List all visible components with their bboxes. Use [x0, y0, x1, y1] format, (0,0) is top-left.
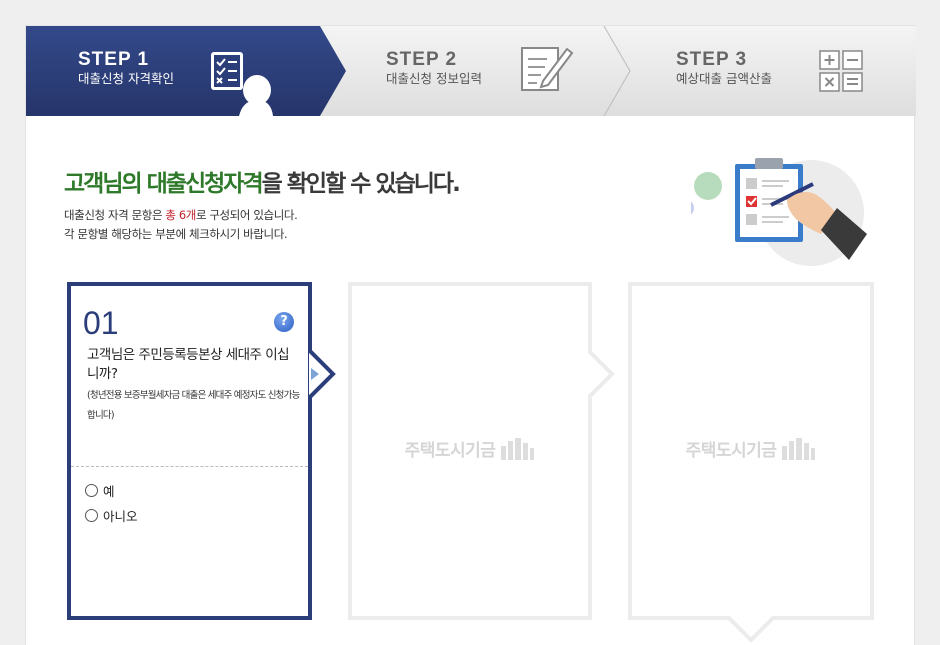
page-title-rest: 을 확인할 수 있습니다.	[261, 171, 461, 197]
building-logo-icon	[501, 438, 535, 460]
radio-yes[interactable]	[85, 484, 98, 497]
step-2: STEP 2 대출신청 정보입력	[386, 50, 482, 87]
main-panel: STEP 1 대출신청 자격확인 STEP 2 대출신청 정보입력 STEP 3…	[25, 25, 916, 645]
page-description: 대출신청 자격 문항은 총 6개로 구성되어 있습니다. 각 문항별 해당하는 …	[64, 206, 298, 244]
option-yes-label: 예	[103, 484, 115, 499]
watermark-text: 주택도시기금	[404, 441, 496, 461]
page-title-highlight: 고객님의 대출신청자격	[64, 171, 264, 197]
down-arrow-icon	[727, 616, 775, 643]
description-line-2: 각 문항별 해당하는 부분에 체크하시기 바랍니다.	[64, 227, 288, 241]
step-1-label: 대출신청 자격확인	[78, 71, 174, 86]
question-count-highlight: 총 6개	[165, 208, 196, 222]
step-3-title: STEP 3	[676, 49, 748, 70]
question-card-01: 01 ? 고객님은 주민등록등본상 세대주 이십니까? (청년전용 보증부월세자…	[67, 282, 336, 620]
placeholder-card-3: 주택도시기금	[628, 282, 874, 643]
option-no-label: 아니오	[103, 509, 138, 524]
building-logo-icon	[782, 438, 816, 460]
step-progress-bar: STEP 1 대출신청 자격확인 STEP 2 대출신청 정보입력 STEP 3…	[26, 26, 916, 116]
step-1-title: STEP 1	[78, 49, 150, 70]
question-note: (청년전용 보증부월세자금 대출은 세대주 예정자도 신청가능합니다)	[87, 390, 300, 421]
document-pencil-icon	[521, 47, 574, 91]
step-3-label: 예상대출 금액산출	[676, 71, 772, 86]
next-arrow-icon	[309, 350, 336, 398]
clipboard-illustration	[691, 158, 867, 266]
watermark-text: 주택도시기금	[685, 441, 777, 461]
calculator-icon	[819, 50, 863, 92]
option-no[interactable]: 아니오	[85, 506, 138, 525]
description-text: 대출신청 자격 문항은	[64, 208, 166, 222]
question-number: 01	[83, 305, 119, 341]
radio-no[interactable]	[85, 509, 98, 522]
step-3: STEP 3 예상대출 금액산출	[676, 50, 772, 87]
question-divider	[71, 466, 308, 467]
question-text: 고객님은 주민등록등본상 세대주 이십니까?	[87, 347, 290, 382]
description-line-1: 대출신청 자격 문항은 총 6개로 구성되어 있습니다.	[64, 206, 298, 225]
step-2-label: 대출신청 정보입력	[386, 71, 482, 86]
description-text: 로 구성되어 있습니다.	[195, 208, 298, 222]
help-icon[interactable]: ?	[274, 312, 294, 332]
hug-watermark: 주택도시기금	[352, 436, 588, 461]
option-yes[interactable]: 예	[85, 481, 115, 500]
page-title: 고객님의 대출신청자격을 확인할 수 있습니다.	[64, 164, 461, 198]
step-1: STEP 1 대출신청 자격확인	[78, 50, 174, 87]
hug-watermark: 주택도시기금	[632, 436, 870, 461]
next-arrow-icon	[588, 350, 615, 398]
checklist-person-icon	[211, 52, 273, 116]
step-2-title: STEP 2	[386, 49, 458, 70]
placeholder-card-2: 주택도시기금	[348, 282, 615, 620]
